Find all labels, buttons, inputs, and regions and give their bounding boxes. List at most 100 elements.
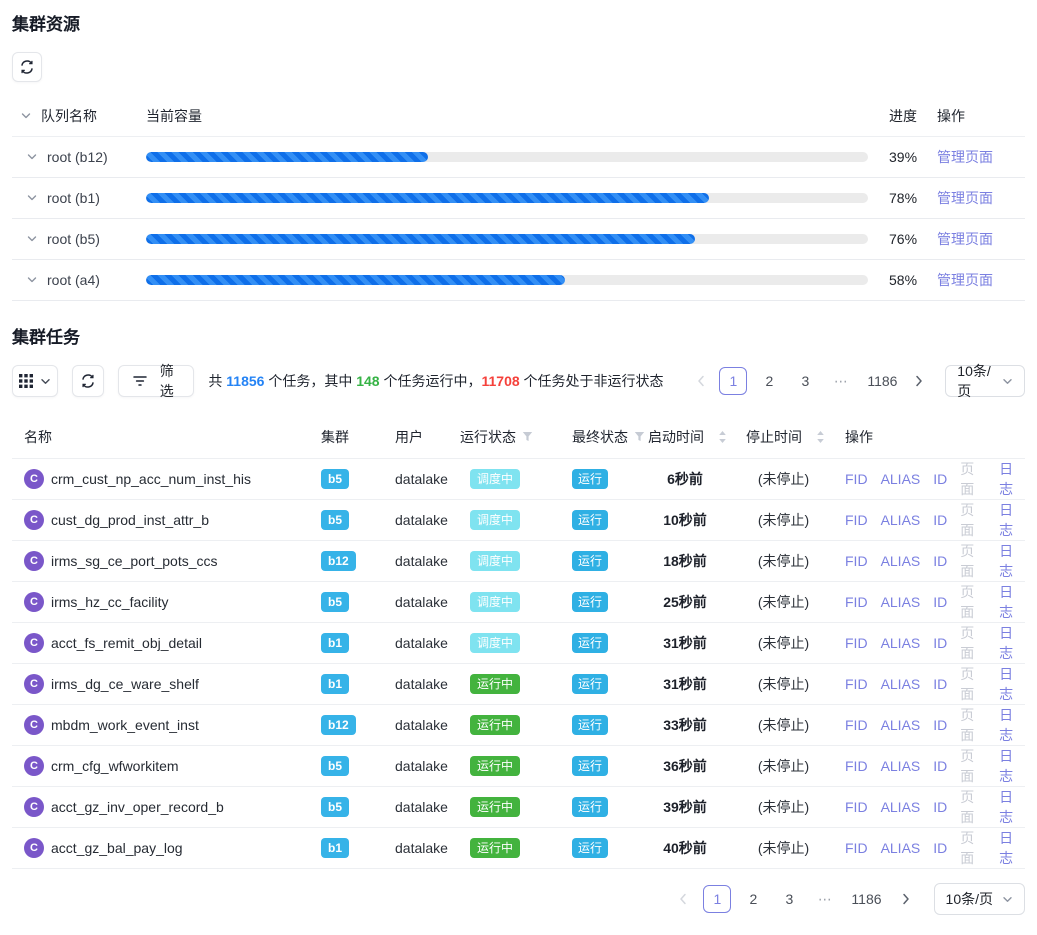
op-alias-link[interactable]: ALIAS: [881, 799, 921, 815]
op-fid-link[interactable]: FID: [845, 553, 868, 569]
op-log-link[interactable]: 日志: [999, 664, 1025, 704]
capacity-bar-fill: [146, 193, 709, 203]
final-status-badge: 运行: [572, 551, 608, 571]
op-log-link[interactable]: 日志: [999, 623, 1025, 663]
op-alias-link[interactable]: ALIAS: [881, 512, 921, 528]
page-number[interactable]: 1186: [847, 885, 885, 913]
op-fid-link[interactable]: FID: [845, 840, 868, 856]
chevron-down-icon[interactable]: [26, 274, 38, 286]
page-number[interactable]: 2: [755, 367, 783, 395]
op-id-link[interactable]: ID: [933, 799, 947, 815]
page-number[interactable]: 3: [791, 367, 819, 395]
op-alias-link[interactable]: ALIAS: [881, 717, 921, 733]
op-log-link[interactable]: 日志: [999, 459, 1025, 499]
op-log-link[interactable]: 日志: [999, 582, 1025, 622]
task-name: crm_cust_np_acc_num_inst_his: [51, 471, 251, 487]
chevron-down-icon[interactable]: [26, 192, 38, 204]
op-alias-link[interactable]: ALIAS: [881, 594, 921, 610]
op-alias-link[interactable]: ALIAS: [881, 758, 921, 774]
op-alias-link[interactable]: ALIAS: [881, 471, 921, 487]
op-page-link: 页面: [960, 500, 986, 540]
page-number[interactable]: 2: [739, 885, 767, 913]
chevron-down-icon[interactable]: [26, 233, 38, 245]
op-log-link[interactable]: 日志: [999, 500, 1025, 540]
task-row: C irms_dg_ce_ware_shelf b1 datalake 运行中 …: [12, 664, 1025, 705]
filter-funnel-icon[interactable]: [522, 431, 533, 442]
page-size-select[interactable]: 10条/页: [945, 365, 1025, 397]
op-log-link[interactable]: 日志: [999, 787, 1025, 827]
manage-page-link[interactable]: 管理页面: [937, 231, 993, 247]
task-user: datalake: [395, 553, 448, 569]
task-user: datalake: [395, 676, 448, 692]
sorter-icon[interactable]: [816, 430, 825, 444]
op-id-link[interactable]: ID: [933, 635, 947, 651]
op-id-link[interactable]: ID: [933, 594, 947, 610]
run-status-badge: 调度中: [470, 469, 520, 489]
filter-funnel-icon[interactable]: [634, 431, 645, 442]
op-log-link[interactable]: 日志: [999, 828, 1025, 868]
page-number[interactable]: 3: [775, 885, 803, 913]
op-fid-link[interactable]: FID: [845, 799, 868, 815]
start-time: 10秒前: [663, 512, 707, 528]
manage-page-link[interactable]: 管理页面: [937, 190, 993, 206]
column-settings-button[interactable]: [12, 365, 58, 397]
sorter-icon[interactable]: [718, 430, 727, 444]
task-row: C acct_fs_remit_obj_detail b1 datalake 调…: [12, 623, 1025, 664]
page-number[interactable]: 1: [719, 367, 747, 395]
task-avatar: C: [24, 592, 44, 612]
page-size-label: 10条/页: [946, 889, 993, 909]
op-fid-link[interactable]: FID: [845, 635, 868, 651]
cluster-badge: b5: [321, 592, 349, 612]
page-size-label: 10条/页: [957, 361, 993, 401]
op-id-link[interactable]: ID: [933, 758, 947, 774]
op-alias-link[interactable]: ALIAS: [881, 635, 921, 651]
tasks-refresh-button[interactable]: [72, 365, 104, 397]
final-status-badge: 运行: [572, 592, 608, 612]
resources-refresh-button[interactable]: [12, 52, 42, 82]
op-id-link[interactable]: ID: [933, 840, 947, 856]
final-status-badge: 运行: [572, 756, 608, 776]
op-page-link: 页面: [960, 459, 986, 499]
task-user: datalake: [395, 840, 448, 856]
op-alias-link[interactable]: ALIAS: [881, 676, 921, 692]
op-log-link[interactable]: 日志: [999, 541, 1025, 581]
op-id-link[interactable]: ID: [933, 676, 947, 692]
op-fid-link[interactable]: FID: [845, 676, 868, 692]
page-size-select[interactable]: 10条/页: [934, 883, 1025, 915]
op-fid-link[interactable]: FID: [845, 512, 868, 528]
page-number[interactable]: 1186: [863, 367, 901, 395]
task-row: C acct_gz_bal_pay_log b1 datalake 运行中 运行…: [12, 828, 1025, 869]
cluster-resources-title: 集群资源: [12, 14, 1025, 36]
op-id-link[interactable]: ID: [933, 471, 947, 487]
prev-page-arrow[interactable]: [671, 885, 695, 913]
queue-name: root (a4): [47, 272, 100, 288]
op-log-link[interactable]: 日志: [999, 705, 1025, 745]
op-alias-link[interactable]: ALIAS: [881, 840, 921, 856]
op-page-link: 页面: [960, 541, 986, 581]
op-fid-link[interactable]: FID: [845, 758, 868, 774]
task-name: irms_dg_ce_ware_shelf: [51, 676, 199, 692]
pagination: 123⋯1186 10条/页: [692, 365, 1025, 397]
chevron-down-icon[interactable]: [26, 151, 38, 163]
next-page-arrow[interactable]: [909, 367, 929, 395]
op-page-link: 页面: [960, 828, 986, 868]
op-id-link[interactable]: ID: [933, 553, 947, 569]
next-page-arrow[interactable]: [894, 885, 918, 913]
op-fid-link[interactable]: FID: [845, 471, 868, 487]
stop-time: (未停止): [758, 676, 809, 692]
manage-page-link[interactable]: 管理页面: [937, 149, 993, 165]
op-fid-link[interactable]: FID: [845, 717, 868, 733]
cluster-badge: b1: [321, 674, 349, 694]
filter-button[interactable]: 筛选: [118, 365, 194, 397]
page-number[interactable]: 1: [703, 885, 731, 913]
op-log-link[interactable]: 日志: [999, 746, 1025, 786]
op-id-link[interactable]: ID: [933, 717, 947, 733]
chevron-down-icon[interactable]: [20, 110, 32, 122]
op-alias-link[interactable]: ALIAS: [881, 553, 921, 569]
op-fid-link[interactable]: FID: [845, 594, 868, 610]
run-status-badge: 运行中: [470, 715, 520, 735]
op-id-link[interactable]: ID: [933, 512, 947, 528]
prev-page-arrow[interactable]: [692, 367, 712, 395]
resource-table: 队列名称 当前容量 进度 操作 root (b12) 39% 管理页面: [12, 96, 1025, 301]
manage-page-link[interactable]: 管理页面: [937, 272, 993, 288]
